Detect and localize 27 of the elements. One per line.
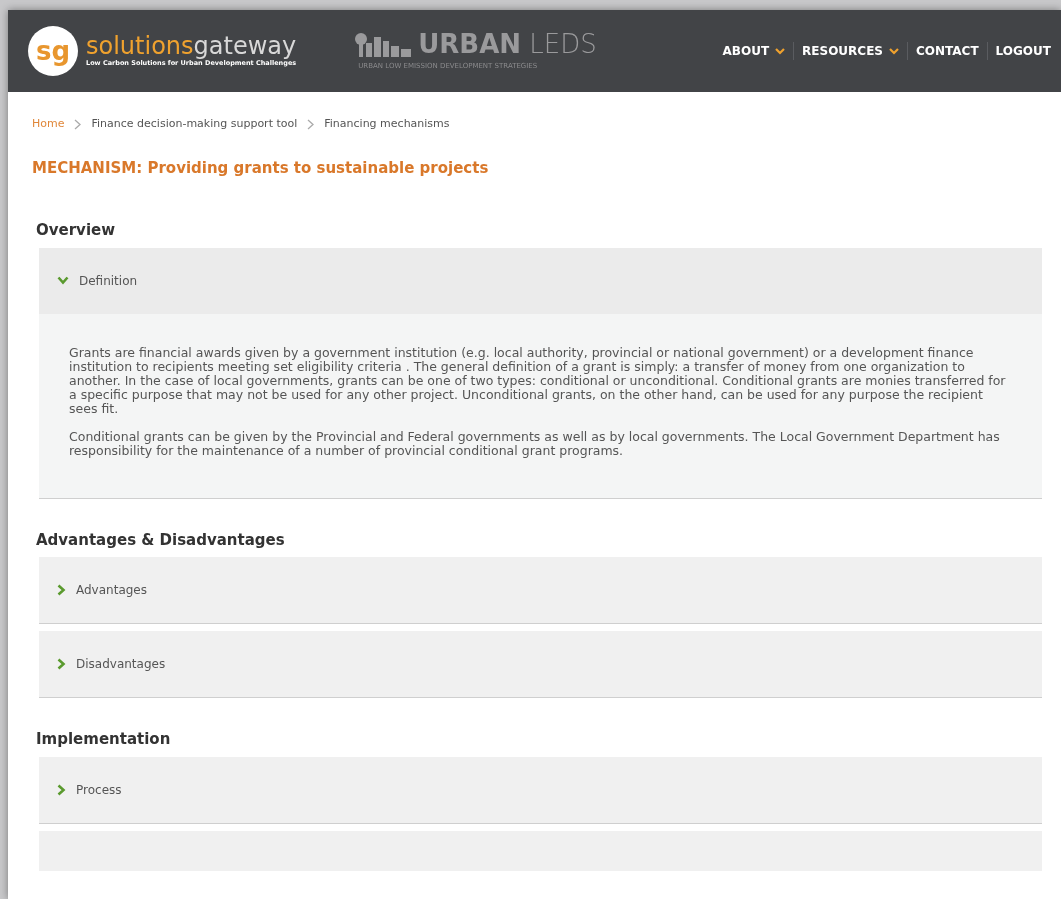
accordion-header[interactable]: Definition — [39, 247, 1042, 314]
nav-link[interactable]: LOGOUT — [995, 42, 1051, 60]
partner-name: URBAN LEDS — [418, 30, 597, 57]
brand-name: solutionsgateway — [86, 33, 297, 60]
nav-link[interactable]: ABOUT — [722, 42, 786, 60]
chevron-right-icon — [74, 118, 82, 130]
breadcrumb-item: Financing mechanisms — [324, 116, 450, 132]
chevron-down-icon — [57, 276, 69, 285]
nav-link[interactable]: RESOURCES — [802, 42, 899, 60]
chevron-right-icon — [57, 658, 66, 670]
accordion-header[interactable]: Disadvantages — [39, 631, 1042, 697]
section-heading: Implementation — [35, 729, 172, 750]
chevron-right-icon — [57, 783, 66, 796]
breadcrumb-item: Finance decision-making support tool — [91, 116, 298, 132]
accordion-header[interactable]: Process — [39, 756, 1042, 823]
caret-icon — [889, 47, 899, 55]
paragraph: Conditional grants can be given by the Provincial and Federal governments as well as by local governments. The Local Government Department has responsibility for the maintenance of a number of provincial conditional grant programs. — [69, 429, 1001, 458]
section-heading: Advantages & Disadvantages — [35, 529, 286, 551]
page-title: MECHANISM: Providing grants to sustainable projects — [32, 157, 490, 179]
accordion-header[interactable]: Advantages — [39, 557, 1042, 623]
section-heading: Overview — [35, 220, 117, 241]
paragraph: Grants are financial awards given by a government institution (e.g. local authority, provincial or national government) or a development finance institution to recipients meeting set eligibility criteria . The general definition of a grant is simply: a transfer of money from one organization to another. In the case of local governments, grants can be one of two types: conditional or unconditional. Conditional grants are monies transferred for a specific purpose that may not be used for any other project. Unconditional grants, on the other hand, can be used for any purpose the recipient sees fit. — [69, 345, 1007, 416]
caret-icon — [775, 47, 786, 55]
chevron-right-icon — [307, 118, 315, 130]
nav-link[interactable]: CONTACT — [916, 42, 979, 60]
chevron-right-icon — [57, 584, 66, 596]
logo-mark: sg — [28, 26, 78, 76]
